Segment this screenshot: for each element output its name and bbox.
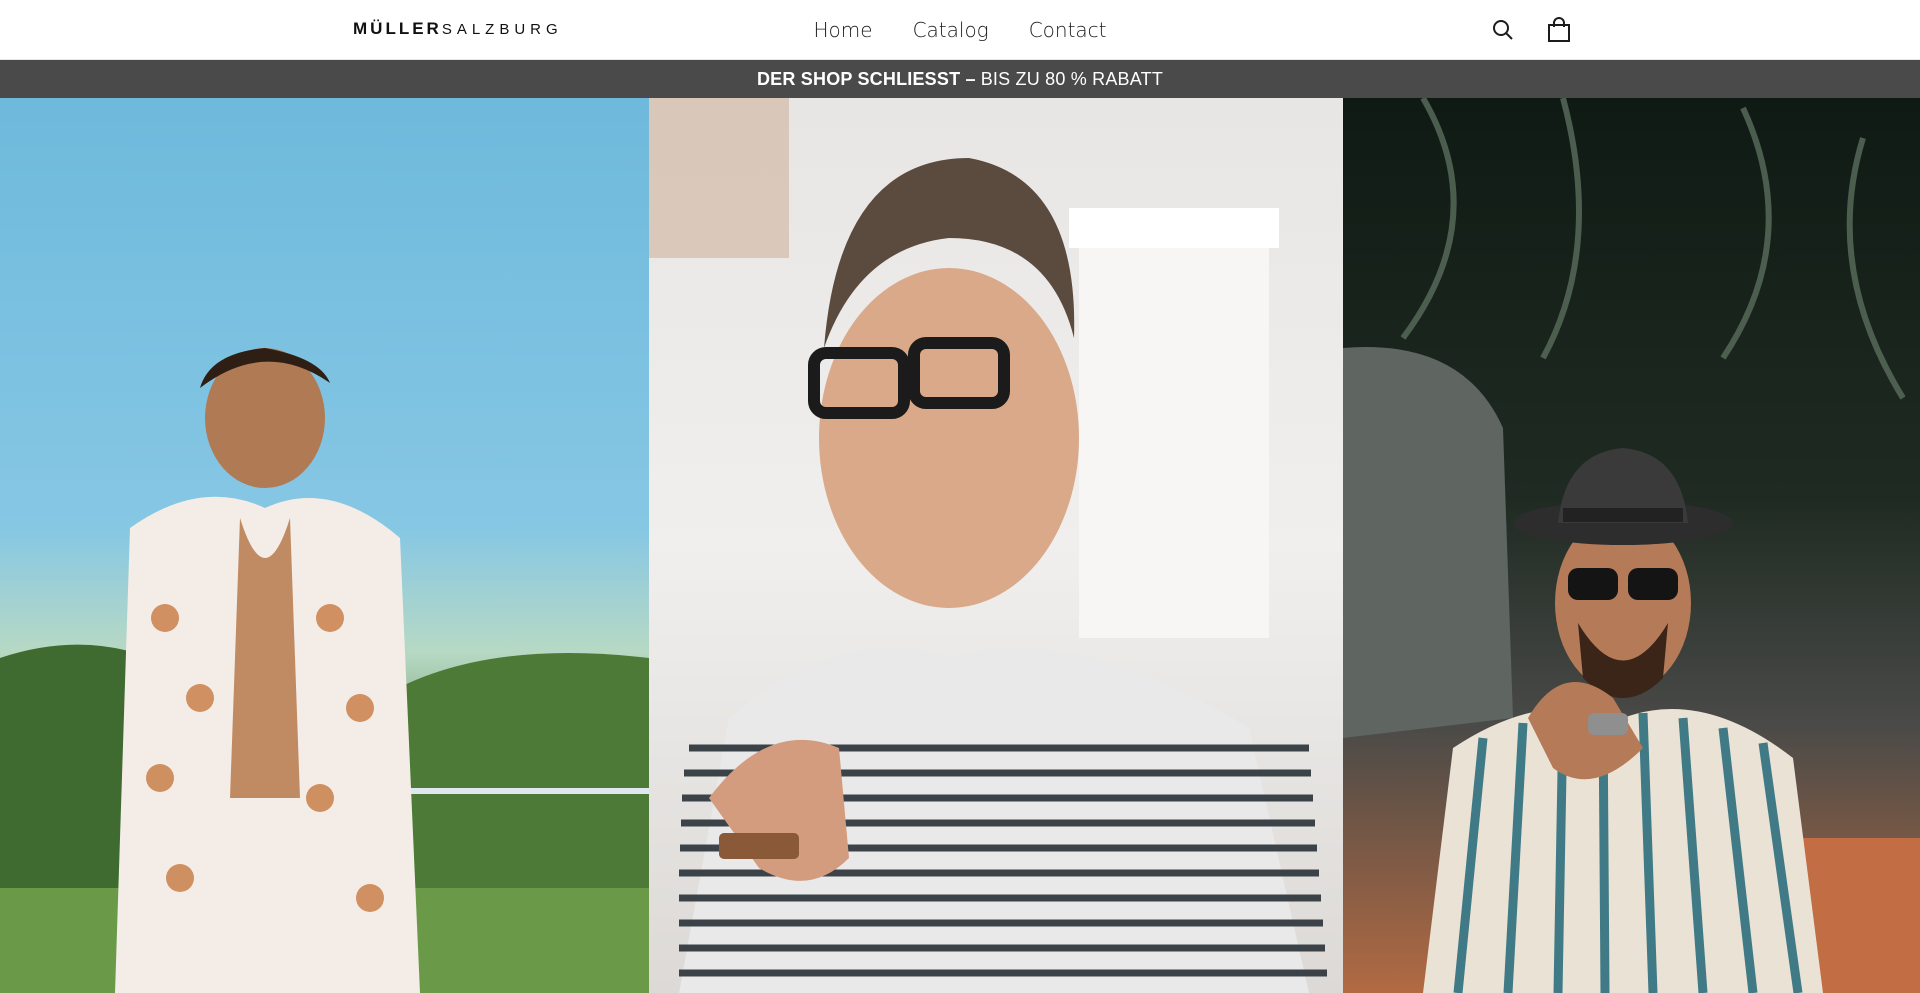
hero-image-striped-tshirt (649, 98, 1343, 993)
announcement-text: BIS ZU 80 % RABATT (980, 68, 1164, 89)
header-icons (1488, 15, 1574, 45)
brand-name-light: SALZBURG (441, 21, 563, 38)
site-header: MÜLLER SALZBURG Home Catalog Contact (0, 0, 1920, 60)
cart-button[interactable] (1544, 15, 1574, 45)
announcement-strong: DER SHOP SCHLIESST – (756, 68, 976, 89)
search-icon (1493, 20, 1513, 40)
hero-illustration-1 (0, 348, 649, 993)
hero-illustration-3 (1343, 98, 1920, 993)
main-nav: Home Catalog Contact (0, 0, 1920, 60)
hero-illustration-2 (649, 98, 1327, 993)
search-button[interactable] (1488, 15, 1518, 45)
shopping-bag-icon (1548, 17, 1570, 42)
brand-name-bold: MÜLLER (353, 19, 442, 38)
announcement-bar[interactable]: DER SHOP SCHLIESST – BIS ZU 80 % RABATT (0, 60, 1920, 98)
brand-logo[interactable]: MÜLLER SALZBURG (353, 19, 563, 41)
nav-item-home[interactable]: Home (814, 18, 873, 42)
hero-banner[interactable] (0, 98, 1920, 993)
nav-item-contact[interactable]: Contact (1029, 18, 1107, 42)
nav-item-catalog[interactable]: Catalog (913, 18, 989, 42)
hero-image-hat-shirt (1343, 98, 1920, 993)
hero-image-floral-shirt (0, 98, 649, 993)
